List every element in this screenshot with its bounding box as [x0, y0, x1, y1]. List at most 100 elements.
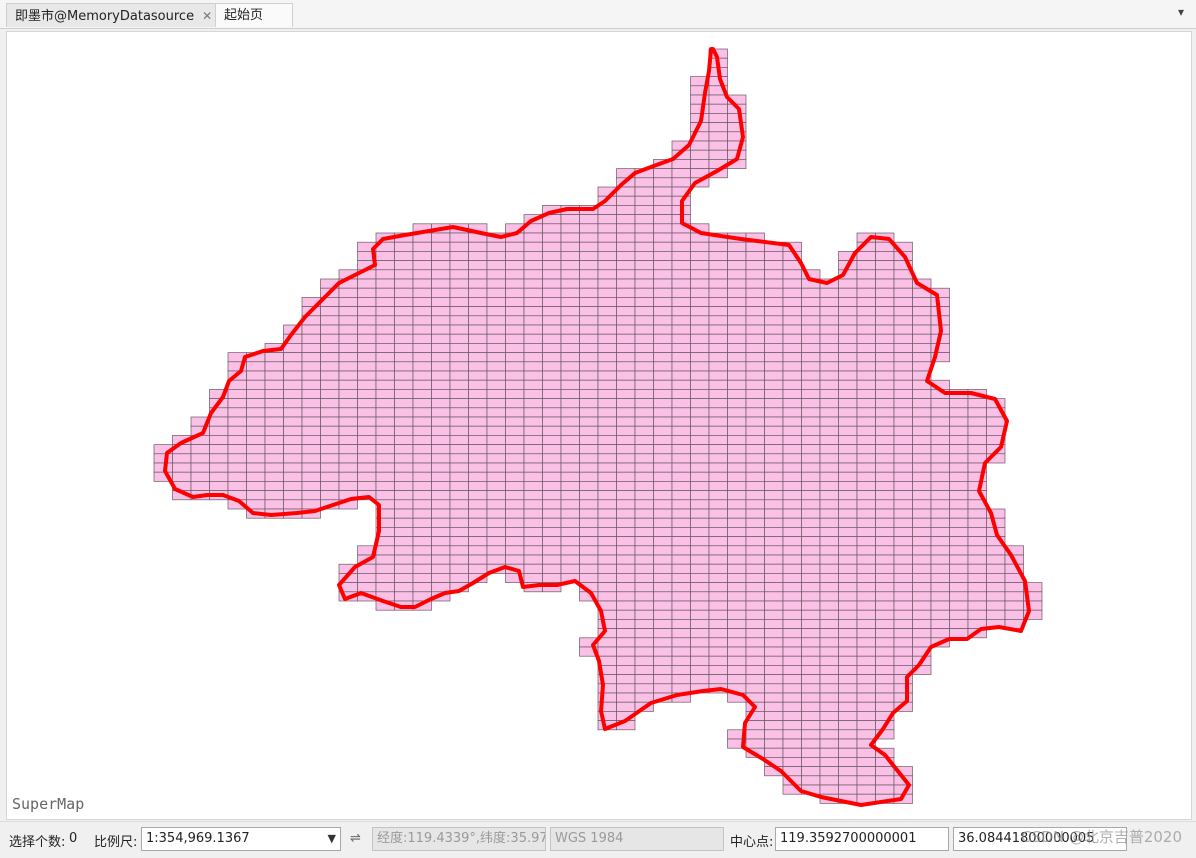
- grid-cell: [745, 471, 765, 482]
- grid-cell: [893, 527, 913, 537]
- grid-cell: [745, 554, 765, 565]
- grid-cell: [542, 297, 562, 307]
- grid-cell: [875, 251, 895, 261]
- tab-jimo-memory-datasource[interactable]: 即墨市@MemoryDatasource ✕: [6, 3, 222, 27]
- grid-cell: [801, 425, 821, 436]
- grid-cell: [838, 471, 858, 482]
- grid-cell: [875, 701, 895, 712]
- grid-cell: [542, 324, 562, 335]
- grid-cell: [449, 315, 469, 326]
- grid-cell: [523, 416, 543, 427]
- grid-cell: [227, 462, 247, 473]
- tab-start-page[interactable]: 起始页: [215, 3, 293, 27]
- grid-cell: [301, 462, 321, 473]
- grid-cell: [542, 573, 562, 583]
- grid-cell: [838, 628, 858, 639]
- chevron-down-icon[interactable]: ▾: [1178, 5, 1184, 19]
- grid-cell: [486, 315, 506, 326]
- grid-cell: [801, 720, 821, 731]
- grid-cell: [782, 701, 802, 712]
- grid-cell: [431, 462, 451, 473]
- grid-cell: [338, 352, 358, 363]
- grid-cell: [264, 389, 284, 399]
- grid-cell: [875, 425, 895, 436]
- grid-cell: [375, 324, 395, 335]
- grid-cell: [671, 573, 691, 583]
- grid-cell: [597, 453, 617, 464]
- grid-cell: [875, 462, 895, 473]
- grid-cell: [727, 333, 747, 344]
- grid-cell: [505, 269, 525, 280]
- grid-cell: [893, 471, 913, 482]
- grid-cell: [764, 720, 784, 731]
- grid-cell: [634, 343, 654, 353]
- grid-cell: [357, 462, 377, 473]
- grid-cell: [912, 453, 932, 464]
- grid-cell: [782, 655, 802, 666]
- grid-cell: [542, 563, 562, 574]
- grid-cell: [542, 389, 562, 399]
- grid-cell: [764, 655, 784, 666]
- grid-cell: [671, 628, 691, 639]
- center-x-input[interactable]: 119.3592700000001: [775, 827, 949, 851]
- close-icon[interactable]: ✕: [202, 9, 212, 23]
- grid-cell: [838, 462, 858, 473]
- scale-combobox[interactable]: 1:354,969.1367 ▼: [141, 827, 341, 851]
- grid-cell: [690, 462, 710, 473]
- document-tab-bar: 即墨市@MemoryDatasource ✕ 起始页 ▾: [0, 0, 1196, 29]
- grid-cell: [634, 527, 654, 537]
- grid-cell: [801, 729, 821, 740]
- grid-cell: [819, 646, 839, 657]
- map-view[interactable]: SuperMap: [6, 31, 1192, 820]
- cursor-coordinate-field: 经度:119.4339°,纬度:35.9754: [372, 827, 546, 851]
- grid-cell: [690, 490, 710, 501]
- grid-cell: [246, 490, 266, 501]
- grid-cell: [856, 306, 876, 317]
- grid-cell: [375, 278, 395, 289]
- grid-cell: [449, 278, 469, 289]
- grid-cell: [745, 655, 765, 666]
- grid-cell: [523, 453, 543, 464]
- grid-cell: [412, 573, 432, 583]
- grid-cell: [653, 462, 673, 473]
- grid-cell: [782, 462, 802, 473]
- grid-cell: [930, 444, 950, 455]
- grid-cell: [375, 352, 395, 363]
- grid-cell: [819, 701, 839, 712]
- grid-cell: [745, 343, 765, 353]
- grid-cell: [745, 425, 765, 436]
- grid-cell: [856, 435, 876, 445]
- grid-cell: [449, 444, 469, 455]
- grid-cell: [801, 490, 821, 501]
- grid-cell: [838, 407, 858, 418]
- grid-cell: [764, 582, 784, 593]
- grid-cell: [690, 140, 710, 151]
- grid-cell: [579, 315, 599, 326]
- grid-cell: [616, 306, 636, 317]
- grid-cell: [671, 637, 691, 648]
- grid-cell: [949, 609, 969, 620]
- grid-cell: [283, 425, 303, 436]
- grid-cell: [412, 435, 432, 445]
- grid-cell: [856, 315, 876, 326]
- grid-cell: [708, 324, 728, 335]
- grid-cell: [412, 315, 432, 326]
- grid-cell: [653, 232, 673, 243]
- grid-cell: [856, 324, 876, 335]
- grid-cell: [745, 297, 765, 307]
- grid-cell: [856, 683, 876, 694]
- grid-cell: [671, 407, 691, 418]
- grid-cell: [616, 683, 636, 694]
- grid-cell: [764, 536, 784, 547]
- grid-cell: [542, 481, 562, 491]
- grid-cell: [246, 453, 266, 464]
- grid-cell: [505, 527, 525, 537]
- swap-arrows-icon[interactable]: ⇌: [350, 831, 361, 846]
- grid-cell: [616, 370, 636, 381]
- grid-cell: [431, 499, 451, 510]
- grid-cell: [301, 453, 321, 464]
- grid-cell: [727, 416, 747, 427]
- grid-cell: [301, 370, 321, 381]
- grid-cell: [616, 214, 636, 225]
- chevron-down-icon[interactable]: ▼: [328, 828, 336, 850]
